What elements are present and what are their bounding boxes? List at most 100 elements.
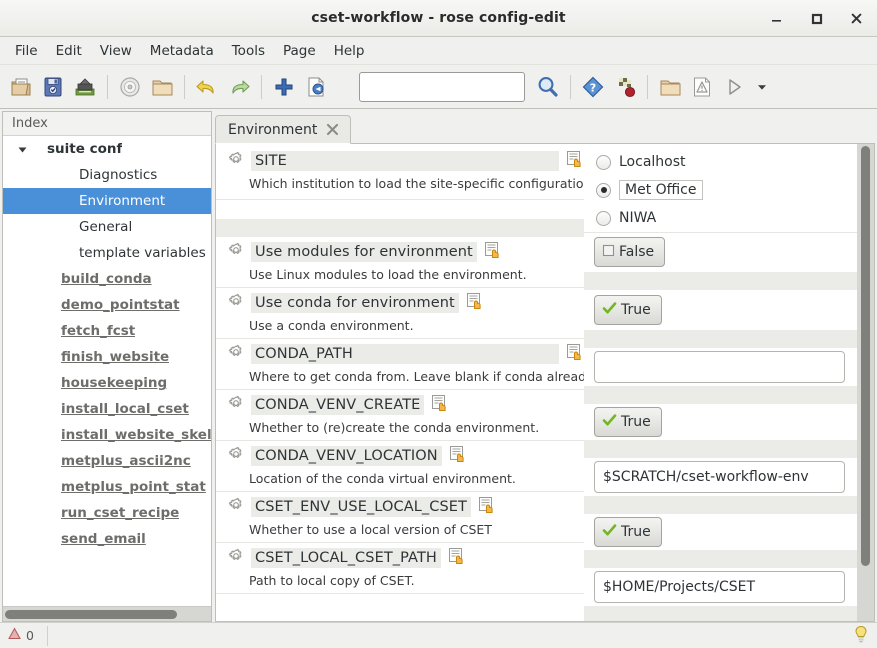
edit-hand-icon[interactable] (478, 496, 496, 518)
question-diamond-icon[interactable]: ? (578, 71, 608, 103)
toolbar-separator (570, 74, 571, 99)
folder-icon[interactable] (655, 71, 685, 103)
edit-hand-icon[interactable] (448, 547, 466, 569)
sidebar-item-build-conda[interactable]: build_conda (3, 266, 211, 292)
checkmark-icon (602, 413, 617, 432)
edit-hand-icon[interactable] (431, 394, 449, 416)
sidebar-item-label: finish_website (61, 349, 170, 365)
scrollbar-thumb[interactable] (5, 609, 177, 619)
save-as-icon[interactable] (70, 71, 100, 103)
sidebar-item-housekeeping[interactable]: housekeeping (3, 370, 211, 396)
boolean-toggle-true[interactable]: True (594, 407, 662, 437)
sidebar-item-label: Diagnostics (79, 167, 158, 183)
scrollbar-thumb[interactable] (861, 146, 870, 566)
toolbar-separator (261, 74, 262, 99)
sidebar-item-finish-website[interactable]: finish_website (3, 344, 211, 370)
row-spacer (584, 550, 857, 568)
radio-icon[interactable] (596, 210, 611, 226)
setting-name: CSET_LOCAL_CSET_PATH (251, 548, 441, 568)
window-controls (765, 7, 877, 29)
tab-environment[interactable]: Environment (215, 115, 352, 144)
menu-edit[interactable]: Edit (47, 40, 91, 62)
edit-hand-icon[interactable] (466, 292, 484, 314)
sidebar-item-metplus-ascii2nc[interactable]: metplus_ascii2nc (3, 448, 211, 474)
menu-view[interactable]: View (91, 40, 141, 62)
search-magnifier-icon[interactable] (533, 71, 563, 103)
warning-icon (8, 627, 21, 644)
open-folder-document-icon[interactable] (6, 71, 36, 103)
sidebar-item-diagnostics[interactable]: Diagnostics (3, 162, 211, 188)
text-field-conda-path[interactable] (594, 351, 845, 383)
close-icon[interactable] (326, 123, 339, 136)
row-spacer (216, 219, 584, 237)
sidebar-item-install-website-skeleton[interactable]: install_website_skelet (3, 422, 211, 448)
text-field-conda-venv-location[interactable]: $SCRATCH/cset-workflow-env (594, 461, 845, 493)
sidebar-item-demo-pointstat[interactable]: demo_pointstat (3, 292, 211, 318)
play-triangle-icon[interactable] (719, 71, 749, 103)
menu-file[interactable]: File (6, 40, 47, 62)
settings-vertical-scrollbar[interactable] (857, 144, 874, 621)
menu-page[interactable]: Page (274, 40, 325, 62)
sidebar-item-run-cset-recipe[interactable]: run_cset_recipe (3, 500, 211, 526)
radio-icon-selected[interactable] (596, 182, 611, 198)
edit-hand-icon[interactable] (566, 343, 584, 365)
gear-icon (228, 548, 244, 568)
value-site: Localhost Met Office NIWA (584, 144, 857, 232)
boolean-toggle-false[interactable]: False (594, 237, 666, 267)
save-floppy-icon[interactable] (38, 71, 68, 103)
undo-arrow-icon[interactable] (192, 71, 222, 103)
close-button[interactable] (845, 7, 867, 29)
revert-document-icon[interactable] (301, 71, 331, 103)
radio-option-localhost[interactable]: Localhost (584, 148, 857, 176)
redo-arrow-icon[interactable] (224, 71, 254, 103)
boolean-toggle-true[interactable]: True (594, 295, 662, 325)
boolean-toggle-true[interactable]: True (594, 517, 662, 547)
radio-option-niwa[interactable]: NIWA (584, 204, 857, 232)
value-conda-venv-location: $SCRATCH/cset-workflow-env (584, 461, 857, 493)
maximize-button[interactable] (805, 7, 827, 29)
sidebar-item-metplus-point-stat[interactable]: metplus_point_stat (3, 474, 211, 500)
gear-icon (228, 497, 244, 517)
radio-option-met-office[interactable]: Met Office (584, 176, 857, 204)
menu-metadata[interactable]: Metadata (141, 40, 223, 62)
search-input[interactable] (359, 71, 525, 102)
sidebar-item-install-local-cset[interactable]: install_local_cset (3, 396, 211, 422)
text-field-cset-local-cset-path[interactable]: $HOME/Projects/CSET (594, 571, 845, 603)
setting-row-conda-venv-location: CONDA_VENV_LOCATION Location of the cond… (216, 441, 584, 492)
gear-icon (228, 395, 244, 415)
chevron-down-icon[interactable] (751, 71, 773, 103)
setting-name: CONDA_PATH (251, 344, 559, 364)
folder-icon[interactable] (147, 71, 177, 103)
edit-hand-icon[interactable] (566, 150, 584, 172)
setting-description: Which institution to load the site-speci… (249, 176, 584, 191)
row-spacer (584, 440, 857, 458)
sidebar-horizontal-scrollbar[interactable] (3, 606, 211, 621)
setting-name: Use modules for environment (251, 242, 477, 262)
status-error-count: 0 (26, 628, 34, 643)
disc-icon[interactable] (115, 71, 145, 103)
minimize-button[interactable] (765, 7, 787, 29)
plus-icon[interactable] (269, 71, 299, 103)
checkered-flag-icon[interactable] (610, 71, 640, 103)
sidebar-item-fetch-fcst[interactable]: fetch_fcst (3, 318, 211, 344)
sidebar-list: suite conf Diagnostics Environment Gener… (3, 136, 211, 606)
sidebar-item-environment[interactable]: Environment (3, 188, 211, 214)
edit-hand-icon[interactable] (484, 241, 502, 263)
warning-document-icon[interactable] (687, 71, 717, 103)
search-input-field[interactable] (360, 72, 524, 101)
gear-icon (228, 293, 244, 313)
expander-triangle-icon[interactable] (13, 144, 31, 155)
radio-icon[interactable] (596, 154, 611, 170)
sidebar-item-suite-conf[interactable]: suite conf (3, 136, 211, 162)
status-errors[interactable]: 0 (8, 625, 48, 646)
status-hint[interactable] (853, 625, 869, 647)
menu-tools[interactable]: Tools (223, 40, 274, 62)
sidebar-item-template-variables[interactable]: template variables (3, 240, 211, 266)
sidebar-item-label: install_local_cset (61, 401, 189, 417)
menu-help[interactable]: Help (325, 40, 374, 62)
tab-label: Environment (228, 121, 318, 138)
sidebar-item-general[interactable]: General (3, 214, 211, 240)
app-window: cset-workflow - rose config-edit File Ed… (0, 0, 877, 648)
edit-hand-icon[interactable] (449, 445, 467, 467)
sidebar-item-send-email[interactable]: send_email (3, 526, 211, 552)
